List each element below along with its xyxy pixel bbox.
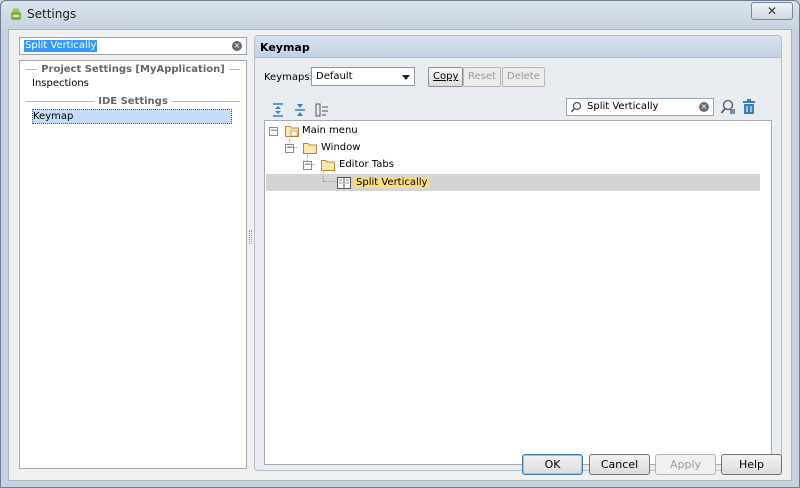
tree-node-window[interactable]: − Window bbox=[285, 140, 485, 156]
tree-node-main-menu[interactable]: − Main menu bbox=[269, 123, 469, 139]
keymaps-label: Keymaps: bbox=[264, 72, 313, 83]
keymaps-dropdown[interactable]: Default bbox=[311, 67, 415, 86]
android-icon bbox=[11, 8, 21, 20]
collapse-icon[interactable]: − bbox=[269, 127, 278, 136]
edit-shortcut-icon[interactable] bbox=[315, 103, 329, 117]
folder-icon bbox=[321, 160, 335, 171]
tree-node-label: Main menu bbox=[302, 125, 358, 136]
folder-icon bbox=[285, 126, 299, 137]
tree-node-label: Split Vertically bbox=[354, 177, 430, 188]
expand-all-icon[interactable] bbox=[271, 103, 285, 117]
keymap-tree: − Main menu − Window − Editor Tabs Split… bbox=[264, 120, 772, 465]
settings-search-input[interactable]: Split Vertically × bbox=[19, 37, 247, 55]
clear-search-icon[interactable]: × bbox=[232, 41, 242, 51]
tree-node-label: Window bbox=[321, 142, 361, 153]
panel-splitter[interactable] bbox=[249, 230, 252, 244]
search-icon bbox=[570, 101, 582, 113]
group-header-label: IDE Settings bbox=[98, 95, 168, 107]
close-button[interactable]: ✕ bbox=[751, 2, 793, 20]
search-value: Split Vertically bbox=[24, 40, 98, 52]
chevron-down-icon bbox=[402, 75, 410, 80]
collapse-icon[interactable]: − bbox=[303, 161, 312, 170]
reset-button[interactable]: Reset bbox=[463, 67, 501, 87]
copy-button[interactable]: Copy bbox=[428, 67, 464, 87]
collapse-all-icon[interactable] bbox=[293, 103, 307, 117]
group-header-ide: IDE Settings bbox=[26, 95, 241, 107]
keymap-search-input[interactable]: Split Vertically × bbox=[566, 98, 714, 116]
tree-node-split-vertically[interactable]: Split Vertically bbox=[337, 175, 537, 191]
keymaps-selected-value: Default bbox=[316, 71, 353, 82]
panel-header: Keymap bbox=[255, 36, 781, 58]
window-title: Settings bbox=[27, 7, 77, 21]
settings-item-inspections[interactable]: Inspections bbox=[32, 77, 89, 90]
ok-button[interactable]: OK bbox=[522, 454, 583, 475]
delete-keymap-button[interactable]: Delete bbox=[502, 67, 545, 87]
settings-tree: Project Settings [MyApplication] Inspect… bbox=[19, 60, 247, 469]
settings-item-keymap[interactable]: Keymap bbox=[32, 109, 232, 124]
tree-node-editor-tabs[interactable]: − Editor Tabs bbox=[303, 157, 503, 173]
group-header-project: Project Settings [MyApplication] bbox=[26, 63, 241, 75]
delete-label: Delete bbox=[507, 71, 540, 82]
keymap-panel: Keymap Keymaps: Default Copy Reset Delet… bbox=[254, 35, 782, 471]
panel-title: Keymap bbox=[260, 41, 310, 54]
copy-label: Copy bbox=[433, 71, 459, 82]
clear-filter-icon[interactable]: × bbox=[699, 102, 709, 112]
trash-icon[interactable] bbox=[742, 99, 756, 115]
folder-icon bbox=[303, 143, 317, 154]
dialog-body: Split Vertically × Project Settings [MyA… bbox=[8, 29, 792, 481]
group-header-label: Project Settings [MyApplication] bbox=[41, 63, 225, 75]
filter-value: Split Vertically bbox=[587, 101, 659, 112]
help-button[interactable]: Help bbox=[721, 454, 782, 475]
collapse-icon[interactable]: − bbox=[285, 144, 294, 153]
apply-button[interactable]: Apply bbox=[655, 454, 716, 475]
split-vertically-icon bbox=[337, 177, 351, 189]
find-by-shortcut-icon[interactable] bbox=[720, 99, 736, 115]
settings-window: Settings ✕ Split Vertically × Project Se… bbox=[0, 0, 800, 488]
title-bar: Settings ✕ bbox=[1, 1, 799, 27]
cancel-button[interactable]: Cancel bbox=[589, 454, 650, 475]
tree-node-label: Editor Tabs bbox=[339, 159, 394, 170]
reset-label: Reset bbox=[468, 71, 496, 82]
